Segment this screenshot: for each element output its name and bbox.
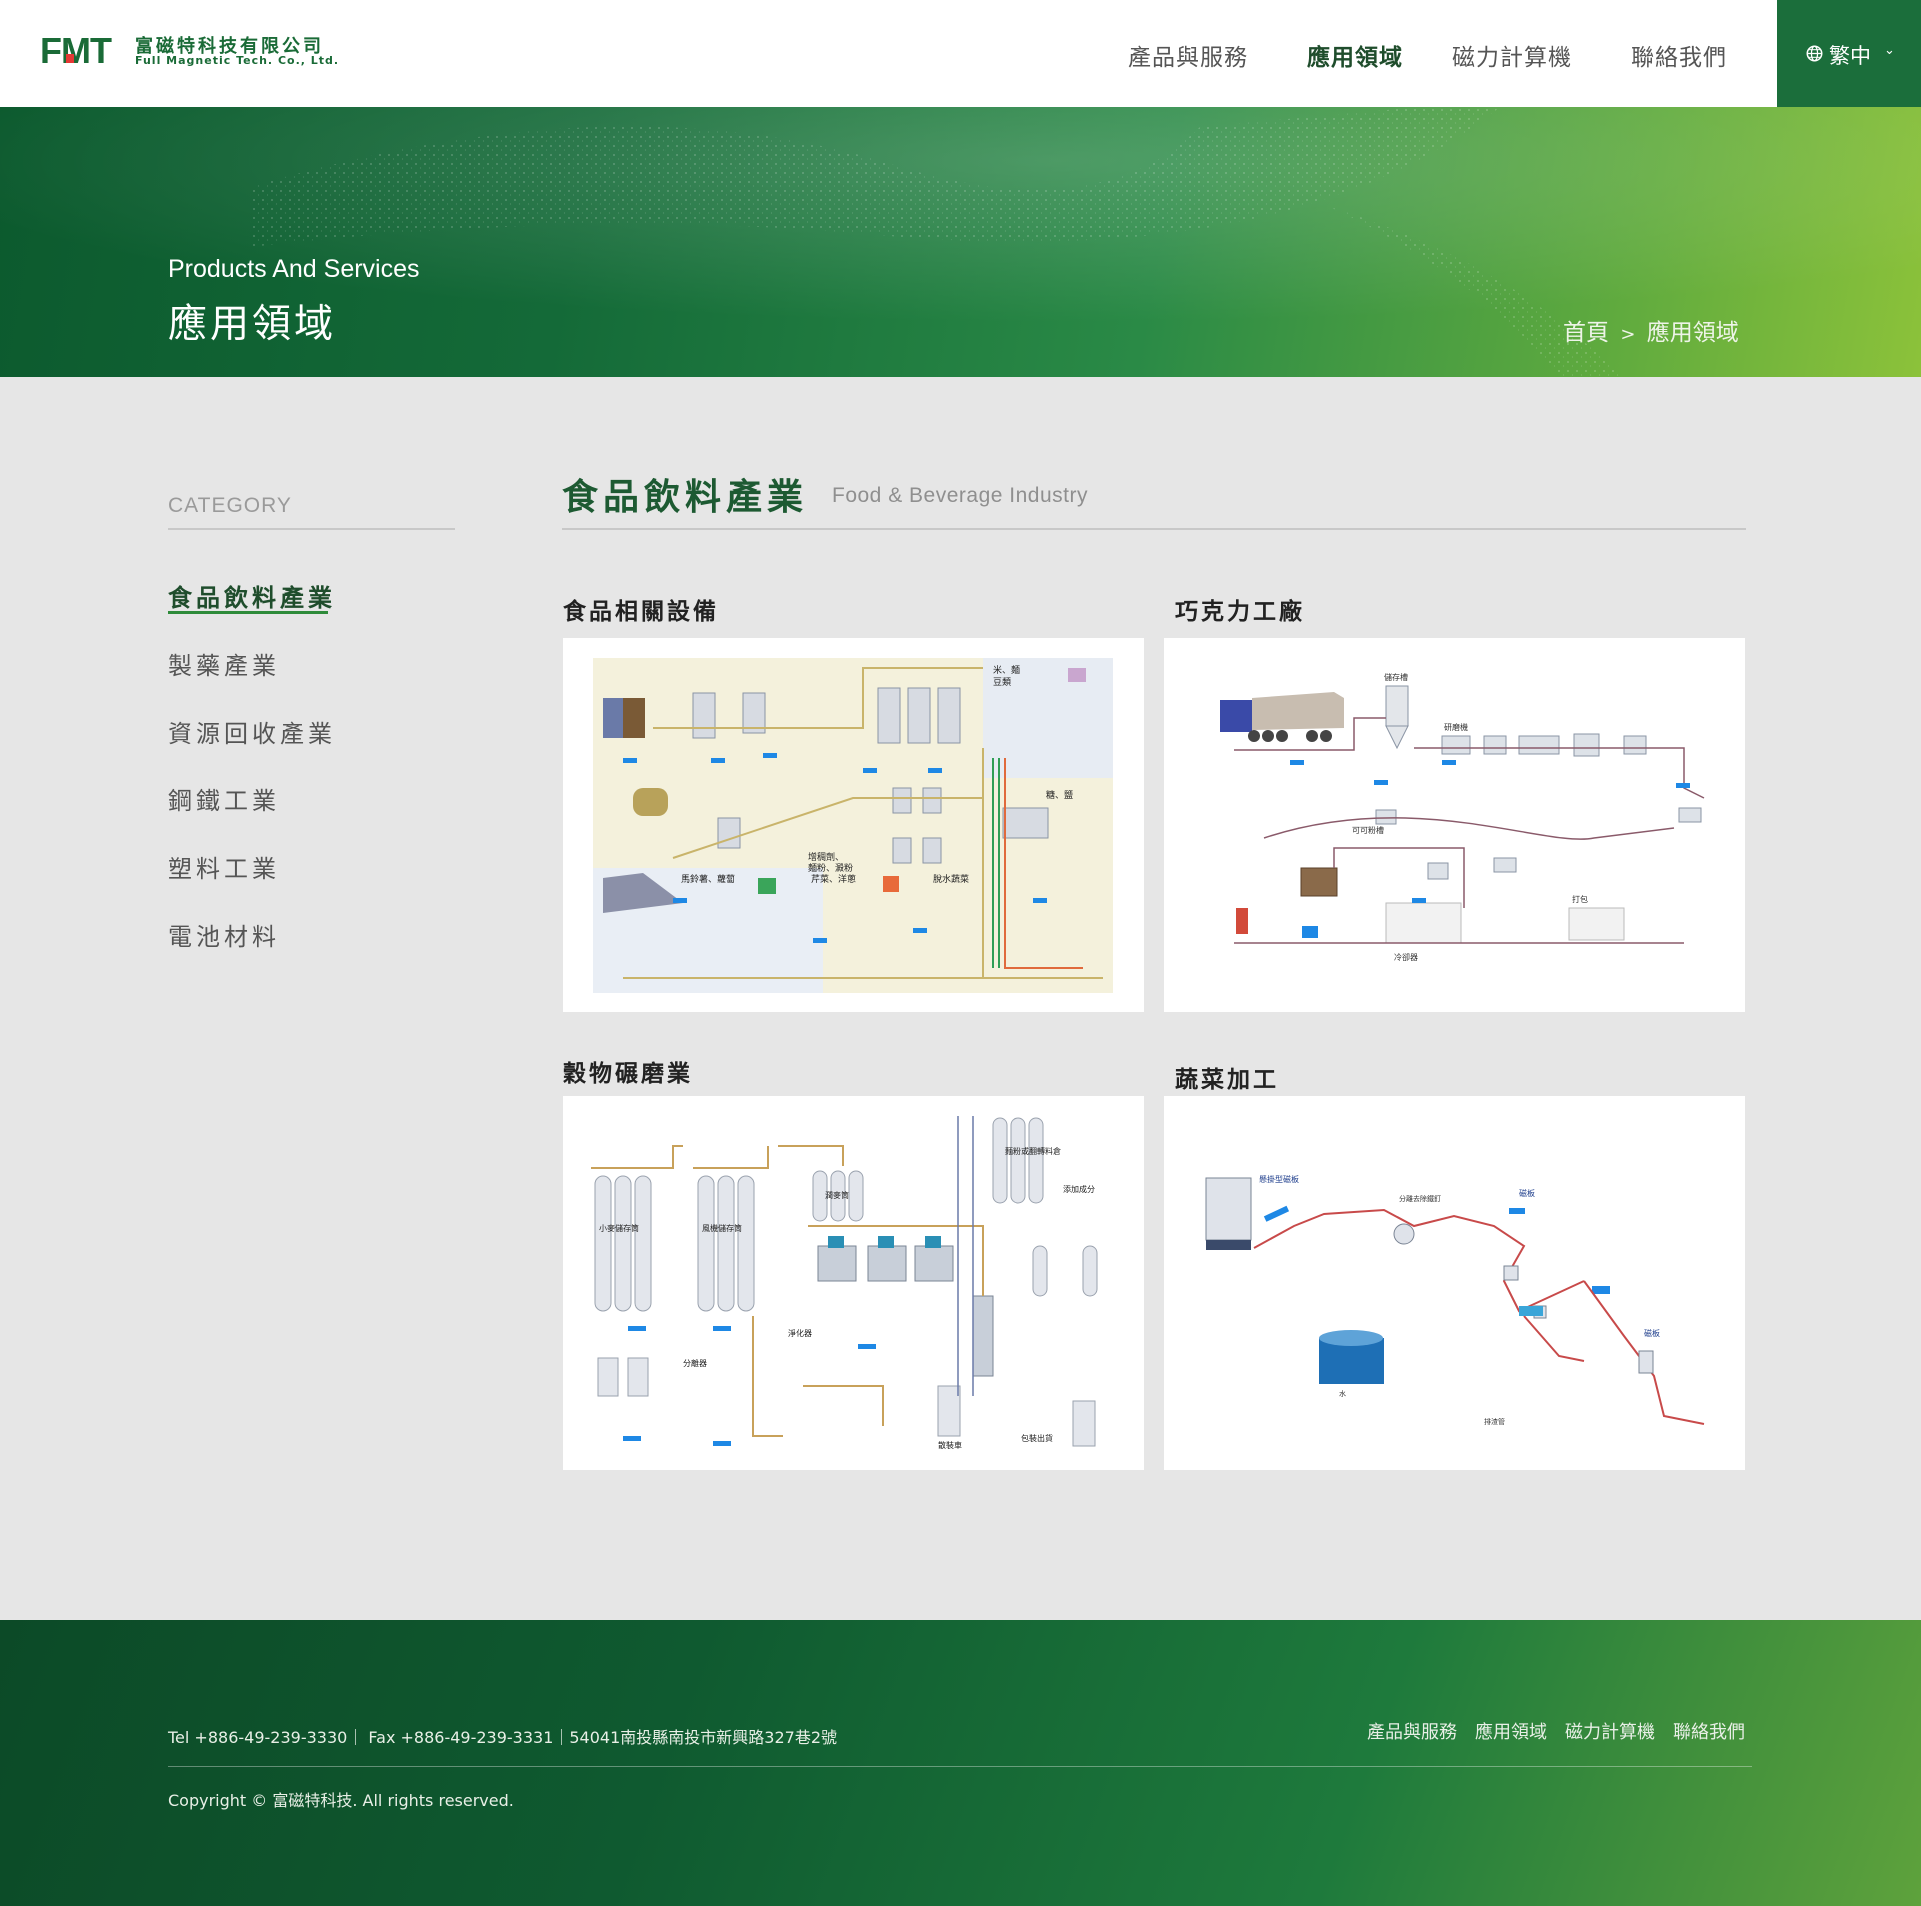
chevron-down-icon: ⌄ xyxy=(1884,43,1895,58)
svg-text:水: 水 xyxy=(1339,1389,1346,1398)
sidebar-item-steel[interactable]: 鋼鐵工業 xyxy=(168,781,280,816)
footer-link-products-services[interactable]: 產品與服務 xyxy=(1367,1718,1457,1744)
svg-text:打包: 打包 xyxy=(1572,894,1588,904)
svg-text:米、麵: 米、麵 xyxy=(993,664,1020,676)
svg-text:馬鈴薯、蘿蔔: 馬鈴薯、蘿蔔 xyxy=(681,873,735,885)
svg-text:麵粉、澱粉: 麵粉、澱粉 xyxy=(808,862,853,874)
grain-milling-diagram-image: 小麥儲存筒 風機儲存筒 潤麥筒 麵粉或翻轉料倉添加成分分離器 淨化器 包裝出貨散裝車 xyxy=(591,1116,1098,1450)
svg-text:分離器: 分離器 xyxy=(683,1358,707,1368)
fmt-logo-mark: FMT xyxy=(40,32,113,66)
footer-divider xyxy=(168,1766,1752,1767)
svg-text:增稠劑、: 增稠劑、 xyxy=(808,851,844,863)
sidebar-item-food-beverage[interactable]: 食品飲料產業 xyxy=(168,578,336,613)
svg-text:豆類: 豆類 xyxy=(993,677,1011,688)
site-footer: Tel +886-49-239-3330｜ Fax +886-49-239-33… xyxy=(0,1620,1921,1906)
svg-text:研磨機: 研磨機 xyxy=(1444,722,1468,732)
site-header: FMT 富磁特科技有限公司 Full Magnetic Tech. Co., L… xyxy=(0,0,1921,107)
svg-text:懸掛型磁板: 懸掛型磁板 xyxy=(1259,1174,1299,1184)
svg-text:麵粉或翻轉料倉: 麵粉或翻轉料倉 xyxy=(1005,1146,1061,1156)
sidebar-item-battery-materials[interactable]: 電池材料 xyxy=(168,917,280,952)
footer-contact-info: Tel +886-49-239-3330｜ Fax +886-49-239-33… xyxy=(168,1728,837,1747)
svg-text:冷卻器: 冷卻器 xyxy=(1394,952,1418,962)
sidebar-active-indicator xyxy=(168,611,328,614)
card-title-food-equipment: 食品相關設備 xyxy=(563,599,719,625)
card-food-equipment[interactable]: 米、麵 豆類 糖、鹽 增稠劑、 麵粉、澱粉 馬鈴薯、蘿蔔 芹菜、洋蔥 脫水蔬菜 xyxy=(563,638,1144,1012)
svg-text:芹菜、洋蔥: 芹菜、洋蔥 xyxy=(811,873,856,885)
section-title: 食品飲料產業 xyxy=(562,477,809,518)
svg-text:排渣管: 排渣管 xyxy=(1484,1417,1505,1426)
vegetable-processing-diagram-image: 懸掛型磁板磁板磁板 分離去除鐵釘水排渣管 xyxy=(1205,1174,1705,1426)
page-banner: Products And Services 應用領域 首頁 > 應用領域 xyxy=(0,107,1921,377)
sidebar-item-pharmaceutical[interactable]: 製藥產業 xyxy=(168,646,280,681)
globe-icon xyxy=(1806,45,1823,62)
svg-text:FMT: FMT xyxy=(40,32,112,66)
breadcrumb-home-link[interactable]: 首頁 xyxy=(1563,320,1609,346)
section-divider xyxy=(562,528,1746,530)
category-heading: CATEGORY xyxy=(168,494,292,517)
footer-copyright: Copyright © 富磁特科技. All rights reserved. xyxy=(168,1791,514,1810)
nav-contact-us[interactable]: 聯絡我們 xyxy=(1631,38,1727,72)
food-equipment-diagram-image: 米、麵豆類 糖、鹽 增稠劑、麵粉、澱粉 馬鈴薯、蘿蔔 芹菜、洋蔥 脫水蔬菜 xyxy=(593,658,1113,993)
banner-subtitle: Products And Services xyxy=(168,255,420,283)
card-chocolate-factory[interactable]: 儲存槽可可粉槽 研磨機冷卻器 打包 xyxy=(1164,638,1745,1012)
breadcrumb: 首頁 > 應用領域 xyxy=(1563,313,1739,347)
nav-products-services[interactable]: 產品與服務 xyxy=(1128,38,1248,72)
sidebar-item-recycling[interactable]: 資源回收產業 xyxy=(168,714,336,749)
svg-text:小麥儲存筒: 小麥儲存筒 xyxy=(599,1223,639,1233)
svg-text:磁板: 磁板 xyxy=(1519,1188,1535,1198)
svg-text:散裝車: 散裝車 xyxy=(938,1440,962,1450)
company-logo[interactable]: FMT 富磁特科技有限公司 Full Magnetic Tech. Co., L… xyxy=(40,32,340,72)
svg-text:風機儲存筒: 風機儲存筒 xyxy=(702,1223,742,1233)
footer-link-magnet-calculator[interactable]: 磁力計算機 xyxy=(1565,1718,1655,1744)
svg-text:糖、鹽: 糖、鹽 xyxy=(1046,789,1073,801)
svg-text:包裝出貨: 包裝出貨 xyxy=(1021,1433,1053,1443)
language-switcher[interactable]: 繁中 ⌄ xyxy=(1777,0,1921,107)
svg-text:磁板: 磁板 xyxy=(1644,1328,1660,1338)
svg-text:分離去除鐵釘: 分離去除鐵釘 xyxy=(1399,1194,1441,1203)
language-label: 繁中 xyxy=(1829,44,1871,68)
card-vegetable-processing[interactable]: 懸掛型磁板 磁板 磁板 分離去除鐵釘水排渣管 xyxy=(1164,1096,1745,1470)
svg-text:儲存槽: 儲存槽 xyxy=(1384,672,1408,682)
chocolate-factory-diagram-image: 儲存槽可可粉槽 研磨機冷卻器 打包 xyxy=(1220,672,1705,962)
breadcrumb-separator: > xyxy=(1620,324,1636,345)
footer-link-applications[interactable]: 應用領域 xyxy=(1475,1718,1547,1744)
sidebar-item-plastics[interactable]: 塑料工業 xyxy=(168,849,280,884)
breadcrumb-current: 應用領域 xyxy=(1646,320,1739,346)
logo-company-name-en: Full Magnetic Tech. Co., Ltd. xyxy=(135,54,340,67)
banner-title: 應用領域 xyxy=(168,302,337,347)
svg-text:淨化器: 淨化器 xyxy=(788,1328,812,1338)
card-title-chocolate-factory: 巧克力工廠 xyxy=(1175,599,1305,625)
svg-text:可可粉槽: 可可粉槽 xyxy=(1352,825,1384,835)
footer-link-contact-us[interactable]: 聯絡我們 xyxy=(1673,1718,1745,1744)
card-title-grain-milling: 穀物碾磨業 xyxy=(563,1061,693,1087)
nav-applications[interactable]: 應用領域 xyxy=(1307,38,1403,72)
svg-text:添加成分: 添加成分 xyxy=(1063,1184,1095,1194)
nav-magnet-calculator[interactable]: 磁力計算機 xyxy=(1452,38,1572,72)
svg-text:潤麥筒: 潤麥筒 xyxy=(825,1190,849,1200)
card-title-vegetable-processing: 蔬菜加工 xyxy=(1175,1067,1279,1093)
card-grain-milling[interactable]: 小麥儲存筒 風機儲存筒 潤麥筒 麵粉或翻轉料倉添加成分分離器 淨化器 包裝出貨散裝車 xyxy=(563,1096,1144,1470)
svg-text:脫水蔬菜: 脫水蔬菜 xyxy=(933,873,969,885)
category-divider xyxy=(168,528,455,530)
section-subtitle: Food & Beverage Industry xyxy=(832,484,1088,507)
